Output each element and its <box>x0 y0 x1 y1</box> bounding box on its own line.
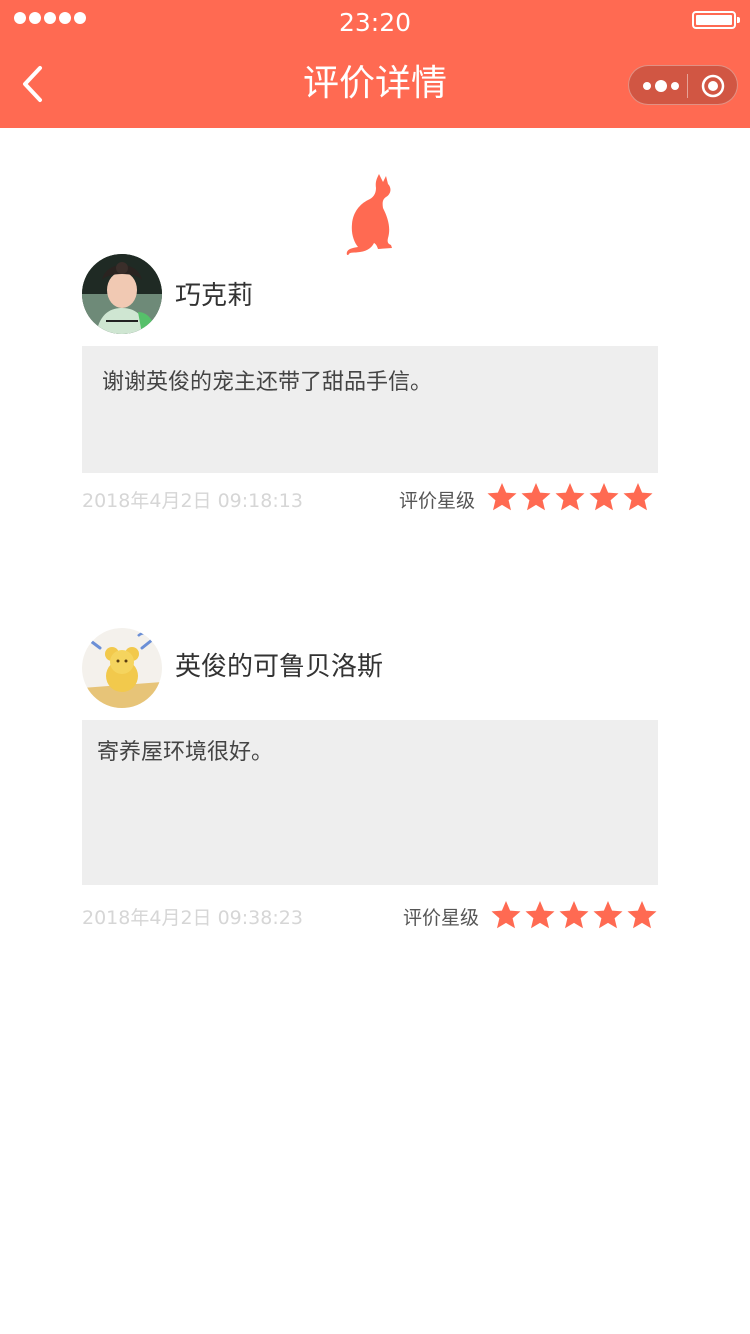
star-icon <box>559 901 589 929</box>
close-mini-program-icon[interactable] <box>701 74 725 98</box>
star-icon <box>589 483 619 511</box>
star-icon <box>491 901 521 929</box>
star-icon <box>593 901 623 929</box>
reviewer-name: 巧克莉 <box>175 281 254 311</box>
star-icon <box>623 483 653 511</box>
star-rating <box>486 482 654 514</box>
avatar[interactable] <box>82 254 162 334</box>
comment-text: 谢谢英俊的宠主还带了甜品手信。 <box>102 370 433 395</box>
avatar[interactable] <box>82 628 162 708</box>
star-icon <box>525 901 555 929</box>
review-card: 英俊的可鲁贝洛斯 寄养屋环境很好。 2018年4月2日 09:38:23 评价星… <box>82 628 658 938</box>
mini-program-capsule <box>628 65 738 105</box>
rating-label: 评价星级 <box>399 490 476 512</box>
star-icon <box>627 901 657 929</box>
capsule-divider <box>687 74 688 98</box>
review-card: 巧克莉 谢谢英俊的宠主还带了甜品手信。 2018年4月2日 09:18:13 评… <box>82 254 658 524</box>
cat-icon <box>346 174 392 256</box>
review-timestamp: 2018年4月2日 09:18:13 <box>82 490 303 512</box>
battery-icon <box>692 11 740 29</box>
star-icon <box>521 483 551 511</box>
more-icon[interactable] <box>641 76 681 96</box>
user-avatar-image <box>82 254 162 334</box>
star-rating <box>490 900 658 932</box>
comment-box: 寄养屋环境很好。 <box>82 720 658 885</box>
review-timestamp: 2018年4月2日 09:38:23 <box>82 907 303 929</box>
status-time: 23:20 <box>338 8 412 37</box>
comment-box: 谢谢英俊的宠主还带了甜品手信。 <box>82 346 658 473</box>
comment-text: 寄养屋环境很好。 <box>97 740 274 765</box>
user-avatar-image <box>82 628 162 708</box>
rating-label: 评价星级 <box>403 907 480 929</box>
top-bar: 23:20 评价详情 <box>0 0 750 128</box>
reviewer-name: 英俊的可鲁贝洛斯 <box>175 652 384 682</box>
star-icon <box>487 483 517 511</box>
star-icon <box>555 483 585 511</box>
